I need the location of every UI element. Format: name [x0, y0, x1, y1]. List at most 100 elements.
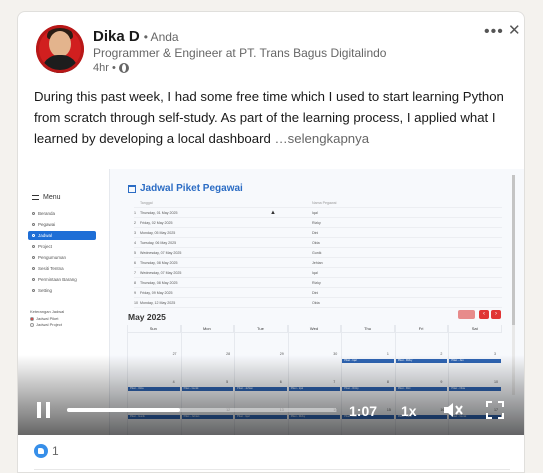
weekday-header: Sat: [448, 325, 502, 333]
see-more-link[interactable]: …selengkapnya: [274, 131, 369, 146]
table-row: 10 Monday, 12 May 2025 Okta: [134, 298, 502, 308]
sidebar-item-label: Permintaan Barang: [38, 277, 77, 282]
sidebar-item-project: Project: [28, 242, 96, 251]
table-header-row: Tanggal Nama Pegawai: [134, 198, 502, 208]
sidebar-item-icon: [32, 267, 35, 270]
today-button: [458, 310, 475, 319]
table-cell: Tuesday, 06 May 2025: [140, 240, 177, 245]
pause-button[interactable]: [37, 402, 50, 418]
table-cell: Iqal: [312, 270, 318, 275]
table-row: 6 Thursday, 08 May 2025 Jehian: [134, 258, 502, 268]
table-cell: Okta: [312, 240, 320, 245]
controls-gradient: [18, 355, 524, 435]
post-meta: 4hr •: [93, 62, 129, 74]
weekday-header: Fri: [394, 325, 449, 333]
sidebar-item-permintaan-barang: Permintaan Barang: [28, 275, 96, 284]
table-cell: Wednesday, 07 May 2025: [140, 270, 182, 275]
dashboard-scrollbar-thumb: [512, 175, 515, 325]
table-cell: Okta: [312, 300, 320, 305]
author-row: Dika D • Anda: [93, 28, 179, 45]
table-cell: Thursday, 01 May 2025: [140, 210, 178, 215]
like-icon: [34, 444, 48, 458]
globe-icon: [118, 63, 129, 73]
close-icon[interactable]: ✕: [508, 21, 521, 39]
table-row: 5 Wednesday, 07 May 2025 Gunik: [134, 248, 502, 258]
table-cell: Iqal: [312, 210, 318, 215]
playback-speed-button[interactable]: 1x: [401, 403, 417, 419]
hamburger-icon: [32, 195, 39, 200]
table-row: 1 Thursday, 01 May 2025 Iqal: [134, 208, 502, 218]
sidebar-item-icon: [32, 212, 35, 215]
video-time: 1:07: [349, 403, 378, 419]
sidebar-item-icon: [32, 289, 35, 292]
mute-icon[interactable]: [442, 400, 464, 420]
sidebar-item-label: Beranda: [38, 211, 56, 216]
table-header-cell: Nama Pegawai: [312, 200, 337, 205]
legend-label: Jadwal Project: [36, 322, 63, 327]
table-header-cell: Tanggal: [140, 200, 153, 205]
author-name[interactable]: Dika D: [93, 28, 140, 45]
table-cell: Rizky: [312, 220, 321, 225]
feed-post-card: Dika D • Anda Programmer & Engineer at P…: [17, 11, 525, 473]
post-body: During this past week, I had some free t…: [34, 89, 504, 146]
weekday-header: Wed: [287, 325, 342, 333]
sidebar-item-icon: [32, 234, 35, 237]
legend-entry: Jadwal Project: [30, 322, 100, 327]
schedule-table: Tanggal Nama Pegawai 1 Thursday, 01 May 202…: [134, 198, 502, 308]
table-cell: Dini: [312, 290, 319, 295]
sidebar-item-pengumuman: Pengumuman: [28, 253, 96, 262]
table-row: 9 Friday, 09 May 2025 Dini: [134, 288, 502, 298]
weekday-header: Tue: [234, 325, 288, 333]
dashboard-title-text: Jadwal Piket Pegawai: [140, 183, 243, 194]
table-cell: Friday, 09 May 2025: [140, 290, 173, 295]
sidebar-item-beranda: Beranda: [28, 209, 96, 218]
sidebar-item-sesiti-tentna: Sesiti Tentna: [28, 264, 96, 273]
mouse-cursor-icon: ▲: [270, 210, 276, 216]
reactions-summary[interactable]: 1: [34, 444, 59, 458]
sidebar-item-label: Pengumuman: [38, 255, 67, 260]
table-cell: Gunik: [312, 250, 322, 255]
table-row: 4 Tuesday, 06 May 2025 Okta: [134, 238, 502, 248]
you-label: • Anda: [143, 30, 179, 44]
menu-title-text: Menu: [43, 194, 61, 201]
table-cell: Dini: [312, 230, 319, 235]
sidebar-item-icon: [32, 278, 35, 281]
calendar-month: May 2025: [128, 312, 166, 322]
pause-bar-right: [46, 402, 50, 418]
post-text: During this past week, I had some free t…: [34, 86, 510, 149]
sidebar-item-setting: Setting: [28, 286, 96, 295]
video-player[interactable]: Menu Beranda Pegawai Jadwal Project Pengumum…: [18, 169, 524, 435]
sidebar-item-label: Pegawai: [38, 222, 56, 227]
reaction-count: 1: [52, 444, 59, 458]
video-progress-bar[interactable]: [67, 408, 337, 412]
table-cell: Friday, 02 May 2025: [140, 220, 173, 225]
fullscreen-icon[interactable]: [486, 401, 504, 419]
table-cell: Thursday, 08 May 2025: [140, 280, 178, 285]
legend-label: Jadwal Piket: [36, 316, 59, 321]
table-row: 3 Monday, 05 May 2025 Dini: [134, 228, 502, 238]
sidebar-item-icon: [32, 245, 35, 248]
dashboard-title: Jadwal Piket Pegawai: [128, 183, 243, 194]
table-cell: Jehian: [312, 260, 323, 265]
menu-title: Menu: [32, 194, 61, 201]
sidebar-item-label: Setting: [38, 288, 53, 293]
sidebar-item-label: Jadwal: [38, 233, 53, 238]
table-row: 7 Wednesday, 07 May 2025 Iqal: [134, 268, 502, 278]
table-cell: Monday, 05 May 2025: [140, 230, 176, 235]
legend-entry: Jadwal Piket: [30, 316, 100, 321]
table-row: 8 Thursday, 08 May 2025 Rizky: [134, 278, 502, 288]
sidebar-item-icon: [32, 223, 35, 226]
avatar-ring: [36, 25, 84, 73]
legend-swatch: [30, 316, 34, 321]
video-progress-fill: [67, 408, 181, 412]
author-avatar[interactable]: [36, 25, 84, 73]
sidebar-item-icon: [32, 256, 35, 259]
legend-swatch: [30, 322, 34, 327]
pause-bar-left: [37, 402, 41, 418]
table-cell: Thursday, 08 May 2025: [140, 260, 178, 265]
more-options-button[interactable]: •••: [484, 23, 504, 41]
weekday-header: Mon: [180, 325, 235, 333]
sidebar-item-pegawai: Pegawai: [28, 220, 96, 229]
next-month-button: ›: [491, 310, 501, 319]
weekday-header: Thu: [341, 325, 395, 333]
